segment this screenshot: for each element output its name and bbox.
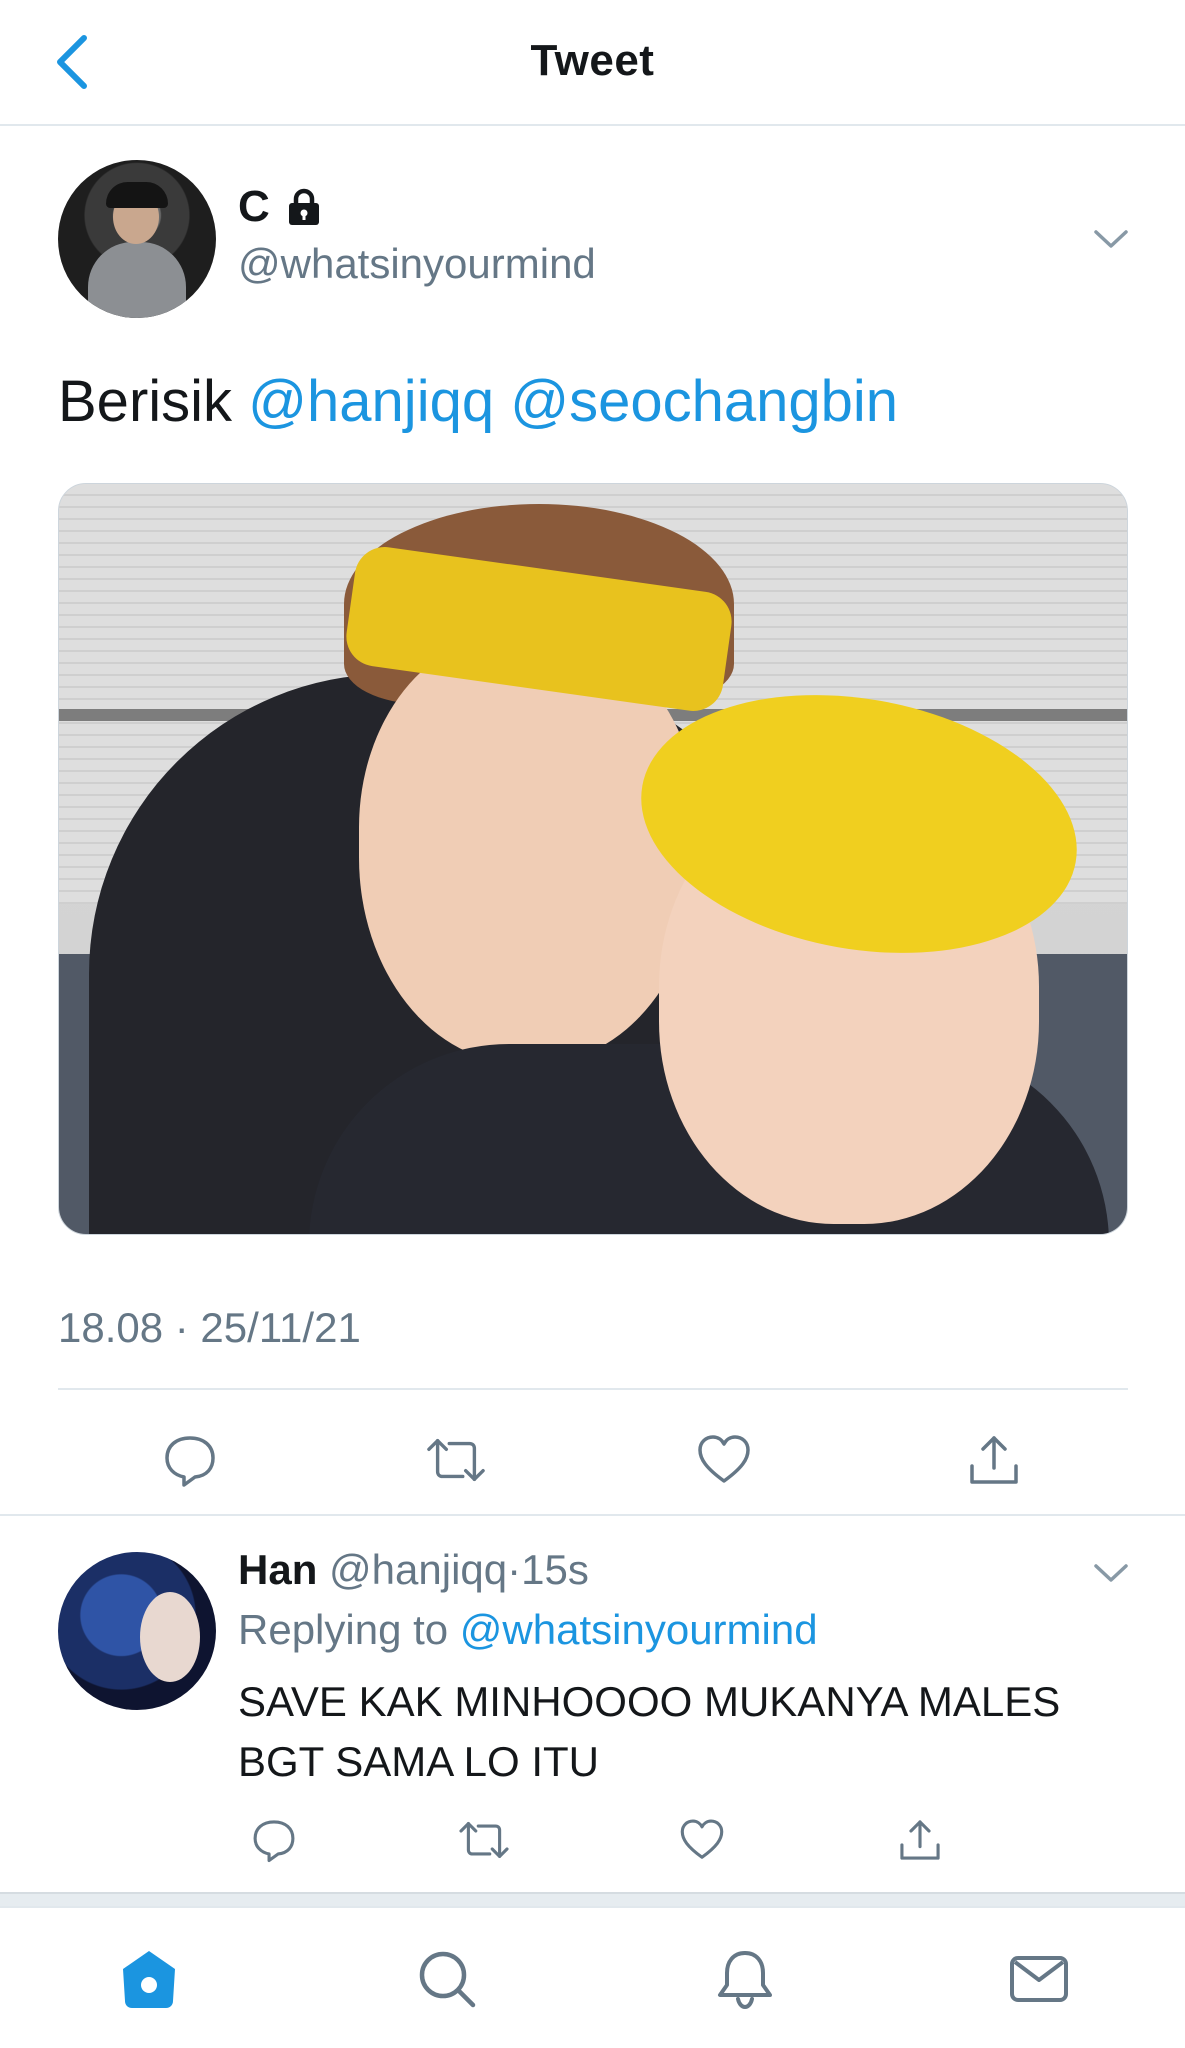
retweet-button[interactable]	[454, 1810, 514, 1870]
share-icon	[970, 1436, 1018, 1484]
like-icon	[698, 1435, 750, 1483]
tab-notifications[interactable]	[712, 1946, 778, 2012]
meta-separator: ·	[507, 1546, 522, 1593]
reply-author-handle[interactable]: @hanjiqq	[329, 1546, 507, 1593]
share-button[interactable]	[890, 1810, 950, 1870]
reply-button[interactable]	[244, 1810, 304, 1870]
chevron-down-icon[interactable]	[1090, 218, 1132, 260]
like-icon	[680, 1819, 724, 1859]
like-button[interactable]	[694, 1430, 754, 1490]
tweet-text: Berisik @hanjiqq @seochangbin	[58, 368, 898, 435]
mention-link[interactable]: @seochangbin	[510, 369, 898, 434]
top-nav-bar: Tweet	[0, 0, 1185, 126]
bottom-tab-bar	[0, 1906, 1185, 2048]
divider	[0, 1514, 1185, 1516]
reply-time: 15s	[521, 1546, 589, 1593]
reply-icon	[253, 1820, 295, 1863]
tweet-action-bar	[58, 1420, 1128, 1500]
page-title: Tweet	[530, 36, 655, 85]
divider	[58, 1388, 1128, 1390]
tweet-media-photo[interactable]	[58, 483, 1128, 1235]
share-icon	[900, 1820, 940, 1860]
author-name-text: C	[238, 182, 270, 231]
search-icon	[419, 1951, 476, 2008]
tweet-timestamp: 18.08 · 25/11/21	[58, 1304, 361, 1351]
section-separator	[0, 1892, 1185, 1906]
retweet-icon	[459, 1822, 509, 1858]
reply-icon	[165, 1436, 215, 1487]
mention-link[interactable]: @hanjiqq	[248, 369, 494, 434]
replying-to-line: Replying to @whatsinyourmind	[238, 1606, 818, 1654]
tab-messages[interactable]	[1006, 1946, 1072, 2012]
retweet-icon	[427, 1438, 485, 1482]
reply-header: Han @hanjiqq·15s	[238, 1546, 589, 1594]
reply-text: SAVE KAK MINHOOOO MUKANYA MALES BGT SAMA…	[238, 1678, 1061, 1785]
retweet-button[interactable]	[426, 1430, 486, 1490]
tab-search[interactable]	[414, 1946, 480, 2012]
replying-to-handle[interactable]: @whatsinyourmind	[460, 1606, 818, 1653]
author-name[interactable]: C	[238, 182, 324, 232]
reply-button[interactable]	[160, 1430, 220, 1490]
author-handle[interactable]: @whatsinyourmind	[238, 240, 596, 288]
reply-author-avatar[interactable]	[58, 1552, 216, 1710]
messages-icon	[1010, 1956, 1068, 2002]
author-avatar[interactable]	[58, 160, 216, 318]
replying-to-label: Replying to	[238, 1606, 449, 1653]
share-button[interactable]	[964, 1430, 1024, 1490]
like-button[interactable]	[672, 1810, 732, 1870]
tweet-text-body: Berisik	[58, 369, 233, 434]
reply-author-name[interactable]: Han	[238, 1546, 317, 1593]
chevron-down-icon[interactable]	[1090, 1552, 1132, 1594]
notifications-icon	[718, 1951, 772, 2010]
lock-icon	[288, 188, 319, 225]
home-icon	[123, 1951, 175, 2008]
tab-home[interactable]	[116, 1946, 182, 2012]
reply-action-bar	[238, 1810, 1038, 1870]
